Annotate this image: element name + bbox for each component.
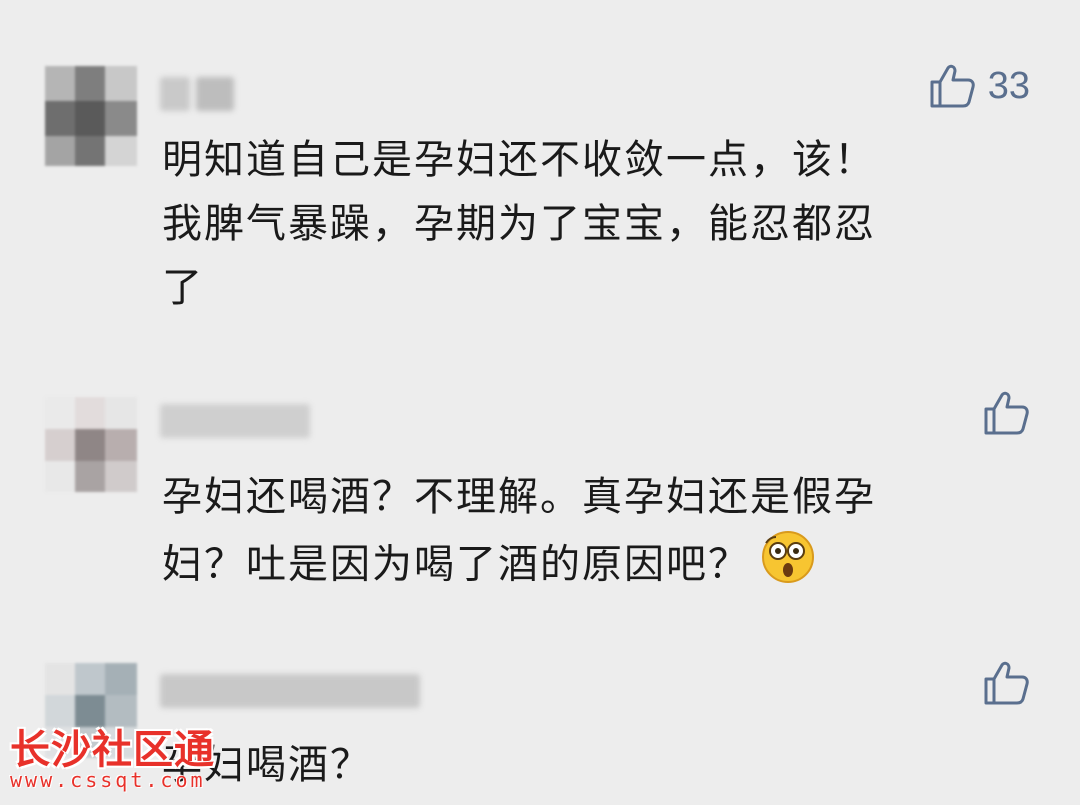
like-count: 33 — [987, 64, 1030, 107]
comment-item: 33 明知道自己是孕妇还不收敛一点，该！ 我脾气暴躁，孕期为了宝宝，能忍都忍 了 — [0, 58, 1080, 358]
comments-page: 33 明知道自己是孕妇还不收敛一点，该！ 我脾气暴躁，孕期为了宝宝，能忍都忍 了 — [0, 0, 1080, 805]
thumbs-up-icon — [982, 659, 1030, 707]
comment-item: 孕妇还喝酒？不理解。真孕妇还是假孕 妇？吐是因为喝了酒的原因吧？ — [0, 385, 1080, 605]
username[interactable] — [160, 667, 420, 715]
comment-text: 孕妇喝酒？ — [162, 733, 992, 797]
thumbs-up-icon — [928, 62, 976, 110]
username[interactable] — [160, 397, 310, 445]
avatar[interactable] — [45, 397, 137, 492]
like-button[interactable] — [982, 659, 1030, 707]
avatar[interactable] — [45, 66, 137, 166]
comment-text-content: 明知道自己是孕妇还不收敛一点，该！ 我脾气暴躁，孕期为了宝宝，能忍都忍 了 — [162, 137, 876, 311]
watermark-url: www.cssqt.com — [10, 768, 206, 792]
username[interactable] — [160, 70, 234, 118]
comment-text: 明知道自己是孕妇还不收敛一点，该！ 我脾气暴躁，孕期为了宝宝，能忍都忍 了 — [162, 128, 992, 320]
site-watermark: 长沙社区通 www.cssqt.com — [10, 728, 220, 792]
watermark-title: 长沙社区通 — [10, 727, 215, 773]
like-button[interactable]: 33 — [928, 62, 1030, 110]
shocked-face-icon — [760, 529, 816, 604]
comment-text: 孕妇还喝酒？不理解。真孕妇还是假孕 妇？吐是因为喝了酒的原因吧？ — [162, 465, 992, 604]
like-button[interactable] — [982, 389, 1030, 437]
thumbs-up-icon — [982, 389, 1030, 437]
